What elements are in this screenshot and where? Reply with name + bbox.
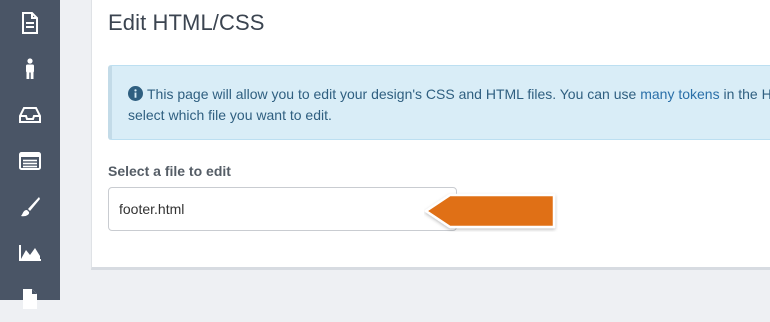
sidebar-item-chart[interactable]: [0, 230, 60, 276]
list-icon: [19, 152, 41, 170]
alert-text-after: in the HT: [723, 86, 770, 102]
sidebar-item-person[interactable]: [0, 46, 60, 92]
alert-line-1: This page will allow you to edit your de…: [128, 84, 770, 105]
pointer-arrow-icon: [424, 193, 556, 229]
file-select[interactable]: footer.html: [108, 187, 457, 231]
sidebar-item-inbox[interactable]: [0, 92, 60, 138]
document-icon: [22, 12, 38, 34]
sidebar-item-list[interactable]: [0, 138, 60, 184]
alert-text-before: This page will allow you to edit your de…: [147, 86, 641, 102]
sidebar: [0, 0, 60, 309]
page-title: Edit HTML/CSS: [108, 10, 265, 35]
file-select-label: Select a file to edit: [108, 163, 231, 179]
sidebar-item-paintbrush[interactable]: [0, 184, 60, 230]
chart-icon: [19, 245, 41, 261]
sidebar-item-file[interactable]: [0, 276, 60, 322]
person-icon: [26, 58, 34, 79]
inbox-icon: [19, 107, 41, 123]
info-icon: [128, 86, 143, 101]
paintbrush-icon: [21, 197, 40, 217]
info-alert: This page will allow you to edit your de…: [108, 65, 770, 140]
file-icon: [23, 289, 37, 309]
tokens-link[interactable]: many tokens: [640, 86, 719, 102]
alert-line-2: select which file you want to edit.: [128, 107, 332, 123]
sidebar-item-document[interactable]: [0, 0, 60, 46]
file-select-value: footer.html: [119, 201, 185, 217]
